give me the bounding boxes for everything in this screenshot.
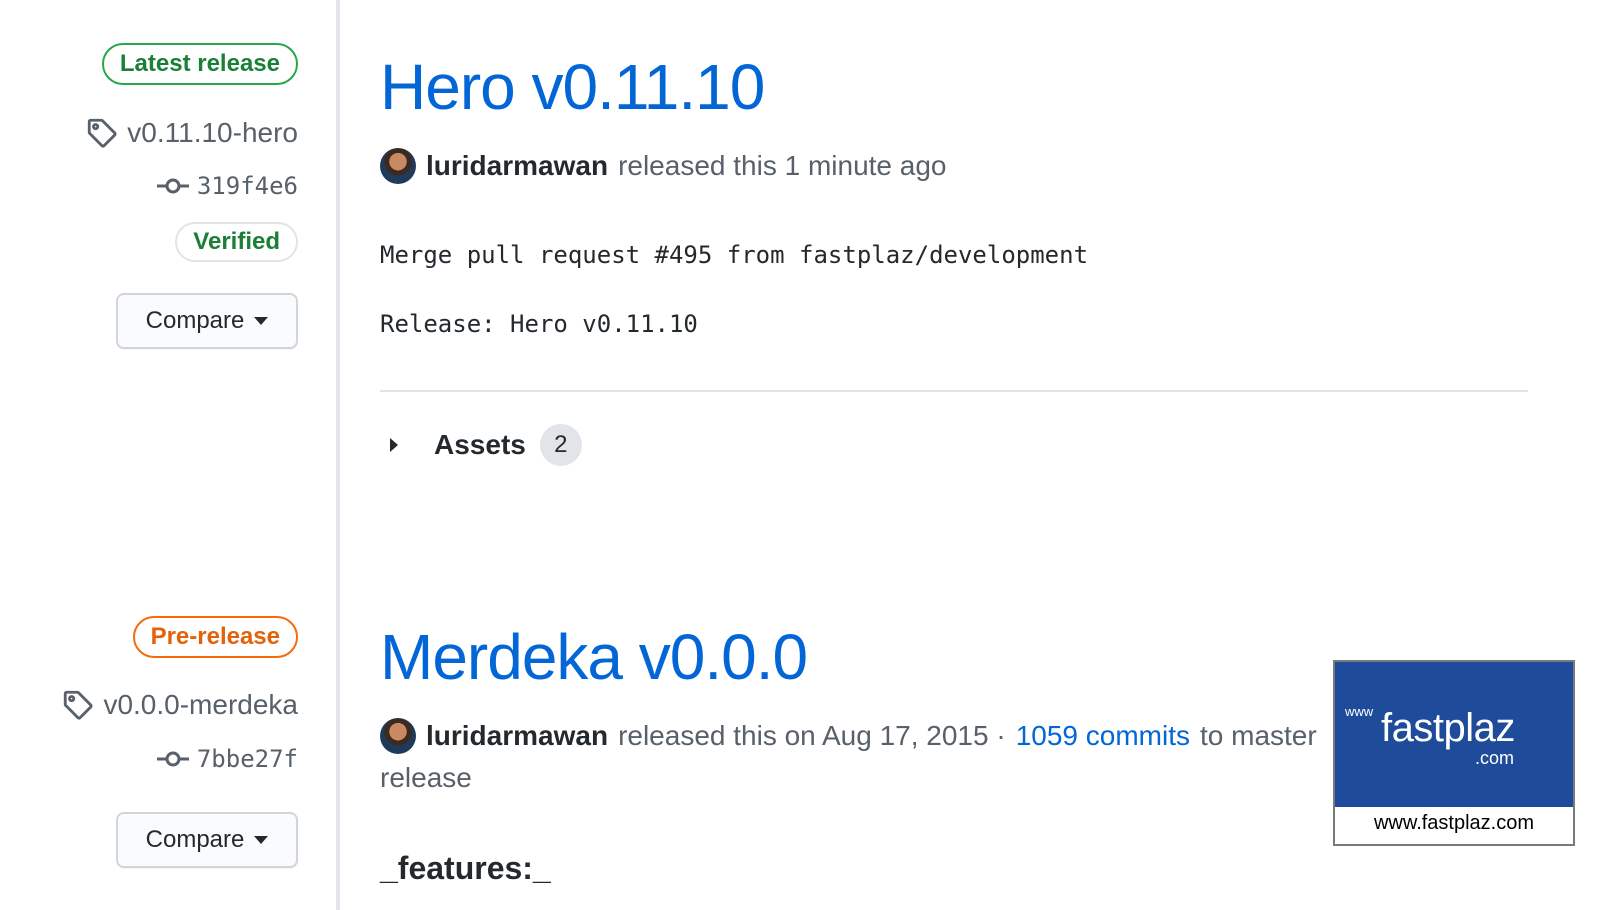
commit-sha: 7bbe27f <box>196 745 298 773</box>
author-link[interactable]: luridarmawan <box>426 150 608 182</box>
assets-label: Assets <box>434 429 526 460</box>
author-link[interactable]: luridarmawan <box>426 720 608 752</box>
tag-name: v0.0.0-merdeka <box>103 689 298 720</box>
fastplaz-logo: www fastplaz .com <box>1335 662 1573 807</box>
commit-icon <box>156 751 189 767</box>
watermark-url: www.fastplaz.com <box>1373 812 1535 834</box>
release-sidebar: Latest release v0.11.10-hero 319f4e6 Ver… <box>0 0 340 910</box>
release-word: release <box>380 762 472 793</box>
release-body-line: Release: Hero v0.11.10 <box>380 310 698 338</box>
release-meta: luridarmawan released this on Aug 17, 20… <box>380 718 1317 754</box>
avatar[interactable] <box>380 148 416 184</box>
pre-release-badge: Pre-release <box>132 616 298 658</box>
logo-www: www <box>1345 704 1374 719</box>
logo-name: fastplaz <box>1381 706 1515 750</box>
released-text: released this on Aug 17, 2015 · <box>618 720 1006 751</box>
commit-link[interactable]: 7bbe27f <box>156 745 298 773</box>
compare-label: Compare <box>145 307 245 334</box>
triangle-right-icon <box>390 438 398 452</box>
commit-sha: 319f4e6 <box>196 172 298 200</box>
fastplaz-watermark: www fastplaz .com www.fastplaz.com <box>1333 660 1575 846</box>
divider <box>380 390 1528 392</box>
tag-icon <box>64 690 93 720</box>
compare-button[interactable]: Compare <box>116 293 298 349</box>
tag-link[interactable]: v0.11.10-hero <box>85 116 298 150</box>
tag-link[interactable]: v0.0.0-merdeka <box>61 688 298 722</box>
tag-name: v0.11.10-hero <box>127 117 298 148</box>
assets-count-badge: 2 <box>539 424 582 466</box>
caret-down-icon <box>254 317 269 325</box>
verified-badge[interactable]: Verified <box>175 222 298 262</box>
release-body-line: Merge pull request #495 from fastplaz/de… <box>380 241 1089 269</box>
latest-release-badge: Latest release <box>101 43 298 85</box>
released-text: released this 1 minute ago <box>618 150 947 181</box>
logo-com: .com <box>1475 748 1515 768</box>
commits-link[interactable]: 1059 commits <box>1016 720 1190 752</box>
avatar[interactable] <box>380 718 416 754</box>
caret-down-icon <box>254 836 269 844</box>
release-title-link[interactable]: Hero v0.11.10 <box>380 50 765 124</box>
release-meta: luridarmawan released this 1 minute ago <box>380 148 947 184</box>
compare-button[interactable]: Compare <box>116 812 298 868</box>
to-branch-text: to master <box>1199 720 1317 751</box>
assets-toggle[interactable]: Assets 2 <box>380 424 582 466</box>
features-heading: _features:_ <box>380 850 551 886</box>
tag-icon <box>88 118 117 148</box>
commit-icon <box>156 178 189 194</box>
compare-label: Compare <box>145 826 245 853</box>
commit-link[interactable]: 319f4e6 <box>156 172 298 200</box>
release-title-link[interactable]: Merdeka v0.0.0 <box>380 620 808 694</box>
